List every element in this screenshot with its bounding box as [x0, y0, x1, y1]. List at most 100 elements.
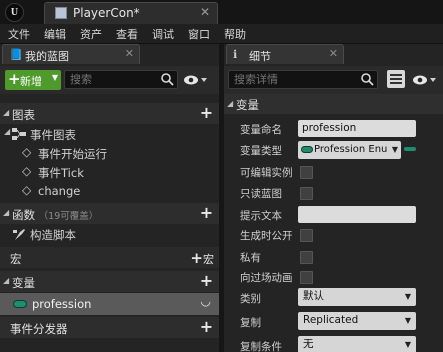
close-panel-icon[interactable]: ✕ [329, 47, 338, 60]
variable-type-value: Profession Enu [314, 144, 388, 155]
close-tab-icon[interactable]: ✕ [200, 5, 210, 19]
category-dropdown[interactable]: 默认 ▼ [298, 288, 416, 306]
chevron-down-icon: ▼ [391, 145, 398, 154]
info-icon: ℹ [233, 48, 238, 61]
chevron-down-icon: ▼ [51, 73, 58, 82]
event-item-change[interactable]: ◇ change [22, 183, 202, 202]
menu-window[interactable]: 窗口 [188, 26, 210, 42]
event-dispatchers-label: 事件分发器 [10, 322, 68, 336]
variable-type-label: 变量类型 [240, 145, 282, 157]
replication-value: Replicated [303, 314, 359, 326]
replication-condition-label: 复制条件 [240, 341, 282, 352]
construction-script-label: 构造脚本 [30, 228, 76, 242]
search-icon [361, 73, 374, 86]
details-search[interactable] [228, 70, 378, 89]
add-function-button[interactable]: + [199, 205, 214, 221]
menu-edit[interactable]: 编辑 [44, 26, 66, 42]
functions-section[interactable]: ◢ 函数 （19可覆盖） + [0, 203, 219, 224]
construction-script-item[interactable]: 构造脚本 [12, 226, 192, 245]
details-variable-section[interactable]: ◢ 变量 [224, 94, 443, 114]
blueprint-search[interactable] [64, 70, 178, 89]
view-options-eye-icon[interactable] [412, 73, 438, 87]
macros-section[interactable]: 宏 +宏 [0, 247, 219, 268]
tooltip-field[interactable] [298, 206, 416, 223]
event-graph-icon [12, 128, 26, 140]
category-value: 默认 [303, 290, 324, 302]
variables-section-label: 变量 [12, 276, 35, 290]
category-label: 类别 [240, 293, 261, 305]
private-checkbox[interactable] [300, 251, 313, 264]
chevron-down-icon: ▼ [404, 292, 411, 301]
event-item-begin-play[interactable]: ◇ 事件开始运行 [22, 145, 202, 164]
details-toolbar [224, 66, 443, 94]
property-matrix-icon[interactable] [387, 70, 405, 88]
blueprint-readonly-checkbox[interactable] [300, 187, 313, 200]
expose-to-cinematics-label: 向过场动画 [240, 272, 293, 284]
expose-to-cinematics-checkbox[interactable] [300, 271, 313, 284]
replication-dropdown[interactable]: Replicated ▼ [298, 312, 416, 330]
details-panel: ℹ 细节 ✕ ◢ 变量 变量命名 profession 变量类型 [224, 44, 443, 352]
collapse-triangle-icon: ◢ [3, 276, 10, 285]
add-new-button[interactable]: + 新增 ▼ [5, 70, 61, 90]
replication-label: 复制 [240, 317, 261, 329]
document-tab-title: PlayerCon* [73, 6, 140, 20]
function-icon [13, 229, 25, 240]
plus-icon: + [8, 70, 21, 88]
macros-section-label: 宏 [10, 252, 22, 266]
private-label: 私有 [240, 252, 261, 264]
chevron-down-icon: ▼ [404, 340, 411, 349]
menu-asset[interactable]: 资产 [80, 26, 102, 42]
collapse-triangle-icon: ◢ [3, 108, 10, 117]
instance-editable-label: 可编辑实例 [240, 167, 293, 179]
menu-debug[interactable]: 调试 [152, 26, 174, 42]
blueprint-readonly-label: 只读蓝图 [240, 188, 282, 200]
details-tab-label: 细节 [249, 50, 271, 63]
expose-on-spawn-checkbox[interactable] [300, 229, 313, 242]
my-blueprint-tab[interactable]: 📘 我的蓝图 ✕ [2, 44, 140, 64]
collapse-triangle-icon: ◢ [227, 99, 234, 108]
enum-type-pill-icon [301, 145, 313, 153]
overridable-count: （19可覆盖） [38, 211, 99, 222]
enum-type-pill-icon [13, 300, 27, 308]
collapse-triangle-icon: ◢ [4, 127, 11, 136]
chevron-down-icon: ▼ [404, 316, 411, 325]
replication-condition-dropdown[interactable]: 无 ▼ [298, 336, 416, 352]
event-item-tick[interactable]: ◇ 事件Tick [22, 164, 202, 183]
variable-name-label: 变量命名 [240, 124, 282, 136]
unreal-logo-icon[interactable]: U [5, 3, 24, 22]
menu-view[interactable]: 查看 [116, 26, 138, 42]
add-graph-button[interactable]: + [199, 105, 214, 121]
event-diamond-icon: ◇ [22, 164, 32, 178]
variable-type-dropdown[interactable]: Profession Enu ▼ [298, 141, 401, 159]
variables-section[interactable]: ◢ 变量 + [0, 271, 219, 292]
functions-section-label: 函数 （19可覆盖） [12, 208, 99, 222]
tooltip-label: 提示文本 [240, 210, 282, 222]
document-tab[interactable]: PlayerCon* ✕ [44, 2, 218, 24]
add-new-label: 新增 [20, 75, 42, 88]
blueprint-icon [55, 7, 67, 19]
add-event-dispatcher-button[interactable]: + [199, 319, 214, 335]
variable-row-profession[interactable]: profession ◡ [0, 293, 219, 315]
event-graph-label: 事件图表 [30, 128, 76, 142]
variable-name-field[interactable]: profession [298, 120, 416, 137]
add-variable-button[interactable]: + [199, 273, 214, 289]
view-options-eye-icon[interactable] [183, 73, 209, 87]
my-blueprint-toolbar: + 新增 ▼ [0, 66, 219, 94]
details-search-input[interactable] [229, 71, 377, 88]
add-macro-button[interactable]: +宏 [190, 249, 214, 267]
instance-editable-checkbox[interactable] [300, 166, 313, 179]
menu-file[interactable]: 文件 [8, 26, 30, 42]
event-label-tick: 事件Tick [38, 166, 84, 180]
event-diamond-icon: ◇ [22, 183, 32, 197]
container-type-pill-icon[interactable] [404, 147, 416, 151]
event-diamond-icon: ◇ [22, 145, 32, 159]
close-panel-icon[interactable]: ✕ [125, 47, 134, 60]
menu-help[interactable]: 帮助 [224, 26, 246, 42]
event-label-change: change [38, 184, 81, 198]
replicated-icon: ◡ [200, 294, 211, 308]
replication-condition-value: 无 [303, 338, 314, 350]
event-dispatchers-section[interactable]: 事件分发器 + [0, 317, 219, 338]
details-tab[interactable]: ℹ 细节 ✕ [226, 44, 344, 64]
menu-bar: 文件 编辑 资产 查看 调试 窗口 帮助 [0, 24, 443, 44]
graphs-section[interactable]: ◢ 图表 + [0, 103, 219, 124]
